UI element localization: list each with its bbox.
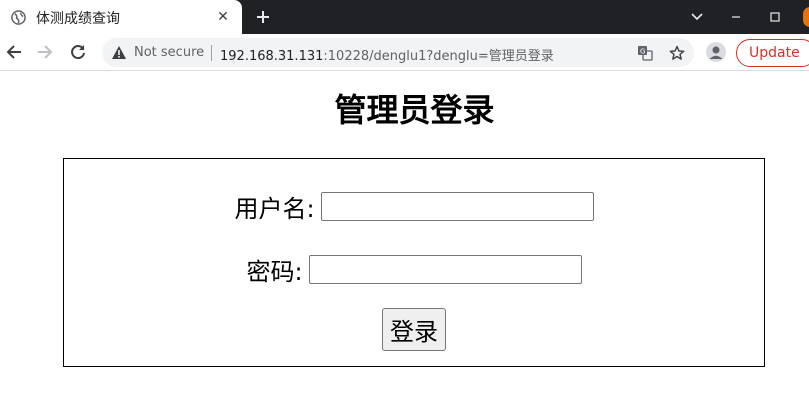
- reload-button[interactable]: [67, 41, 89, 63]
- svg-text:G: G: [640, 48, 645, 56]
- url-host: 192.168.31.131: [220, 49, 324, 64]
- update-button[interactable]: Update: [736, 39, 809, 67]
- reload-icon: [71, 45, 85, 60]
- forward-button[interactable]: [34, 41, 56, 63]
- translate-icon: G: [638, 46, 653, 61]
- username-label: 用户名:: [234, 195, 315, 223]
- username-input[interactable]: [320, 192, 594, 221]
- tab-close-icon[interactable]: ✕: [215, 9, 231, 25]
- browser-tab[interactable]: 体测成绩查询 ✕: [0, 0, 242, 34]
- person-icon: [709, 46, 723, 59]
- maximize-button[interactable]: [766, 8, 784, 26]
- arrow-left-icon: [6, 45, 21, 59]
- login-form: 用户名: 密码: 登录: [63, 158, 765, 367]
- omnibox-divider: [211, 45, 212, 61]
- new-tab-button[interactable]: [252, 6, 274, 28]
- back-button[interactable]: [3, 41, 25, 63]
- browser-toolbar: Not secure 192.168.31.131:10228/denglu1?…: [0, 34, 809, 71]
- profile-avatar[interactable]: [706, 42, 726, 62]
- url-path: :10228/denglu1?denglu=管理员登录: [323, 49, 554, 64]
- address-bar[interactable]: Not secure 192.168.31.131:10228/denglu1?…: [102, 38, 694, 67]
- security-status[interactable]: Not secure: [134, 45, 204, 60]
- tab-title: 体测成绩查询: [36, 11, 120, 27]
- tab-strip: 体测成绩查询 ✕: [0, 0, 809, 34]
- chevron-down-icon: [691, 13, 703, 21]
- star-icon: [669, 45, 685, 60]
- minimize-icon: [732, 16, 740, 18]
- translate-button[interactable]: G: [636, 44, 654, 62]
- password-row: 密码:: [64, 252, 764, 287]
- page-title: 管理员登录: [334, 91, 495, 129]
- globe-icon: [11, 10, 26, 25]
- bookmark-button[interactable]: [668, 44, 686, 62]
- arrow-right-icon: [38, 45, 53, 59]
- login-button[interactable]: 登录: [382, 308, 446, 351]
- maximize-icon: [770, 12, 780, 22]
- url-text[interactable]: 192.168.31.131:10228/denglu1?denglu=管理员登…: [220, 45, 554, 64]
- submit-row: 登录: [64, 308, 764, 351]
- tab-search-button[interactable]: [688, 8, 706, 26]
- username-row: 用户名:: [64, 189, 764, 224]
- minimize-button[interactable]: [727, 8, 745, 26]
- password-input[interactable]: [308, 255, 582, 284]
- plus-icon: [257, 11, 269, 23]
- password-label: 密码:: [246, 258, 303, 286]
- window-close-button[interactable]: [803, 7, 809, 27]
- warning-icon: [112, 46, 126, 59]
